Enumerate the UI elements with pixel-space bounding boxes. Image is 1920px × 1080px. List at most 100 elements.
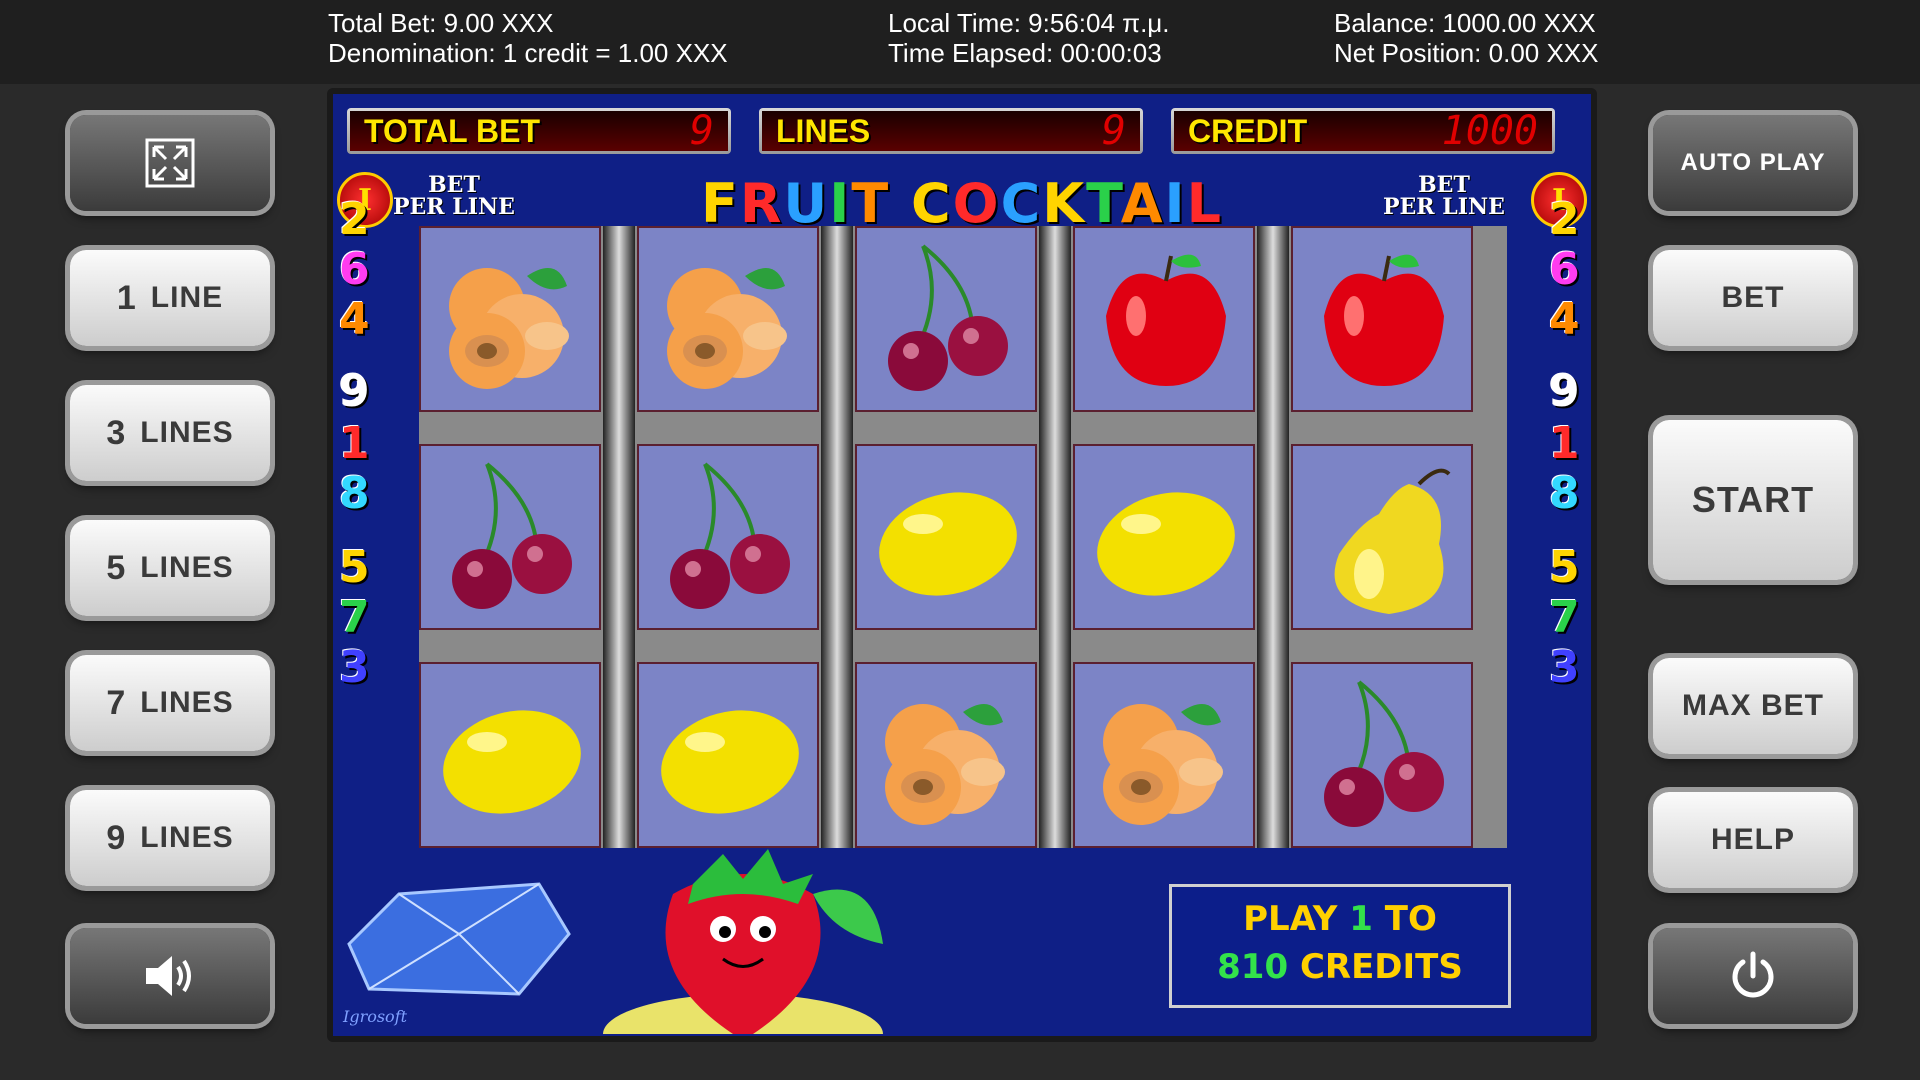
reel-cell (1073, 226, 1255, 412)
fullscreen-icon (145, 138, 195, 188)
button-label: LINES (140, 416, 234, 449)
strawberry-mascot (603, 849, 883, 1034)
denomination-text: Denomination: 1 credit = 1.00 XXX (328, 38, 728, 68)
line-number: 9 (1549, 366, 1580, 417)
button-number: 9 (106, 818, 127, 857)
sound-button[interactable] (70, 928, 270, 1024)
net-position-text: Net Position: 0.00 XXX (1334, 38, 1599, 68)
cherry-symbol (863, 236, 1033, 410)
seven-lines-button[interactable]: 7 LINES (70, 655, 270, 751)
button-label: LINES (140, 551, 234, 584)
lemon-symbol (645, 672, 815, 846)
total-bet-value: 9 (689, 108, 714, 154)
reels-area (419, 226, 1507, 848)
line-number: 7 (339, 592, 370, 643)
five-lines-button[interactable]: 5 LINES (70, 520, 270, 616)
apple-symbol (1081, 236, 1251, 410)
reel-cell (419, 226, 601, 412)
play-max: 810 (1217, 947, 1289, 987)
play-text: PLAY (1243, 899, 1350, 939)
auto-play-button[interactable]: AUTO PLAY (1653, 115, 1853, 211)
reel-cell (419, 444, 601, 630)
reel-cell (1073, 444, 1255, 630)
line-number: 1 (1549, 418, 1580, 469)
line-number: 6 (339, 244, 370, 295)
reel-cell (1291, 226, 1473, 412)
button-number: 7 (106, 683, 127, 722)
cherry-symbol (427, 454, 597, 628)
pear-symbol (1299, 454, 1469, 628)
reel-cell (855, 444, 1037, 630)
play-min: 1 (1349, 899, 1373, 939)
line-number: 8 (339, 468, 370, 519)
total-bet-label: TOTAL BET (364, 112, 540, 149)
line-number: 5 (339, 542, 370, 593)
apricot-symbol (427, 236, 597, 410)
speaker-icon (146, 956, 191, 996)
line-number: 2 (339, 194, 370, 245)
power-button[interactable] (1653, 928, 1853, 1024)
power-icon (1732, 951, 1774, 998)
apple-symbol (1299, 236, 1469, 410)
balance-text: Balance: 1000.00 XXX (1334, 8, 1596, 38)
one-line-button[interactable]: 1 LINE (70, 250, 270, 346)
reel-divider (1257, 226, 1289, 848)
total-bet-meter: TOTAL BET 9 (347, 108, 731, 154)
reel-cell (1073, 662, 1255, 848)
reel-divider (1039, 226, 1071, 848)
lines-label: LINES (776, 112, 871, 149)
line-number: 3 (1549, 642, 1580, 693)
status-bar: Total Bet: 9.00 XXX Denomination: 1 cred… (0, 0, 1920, 84)
cherry-symbol (1299, 672, 1469, 846)
reel-cell (637, 444, 819, 630)
start-button[interactable]: START (1653, 420, 1853, 580)
lines-meter: LINES 9 (759, 108, 1143, 154)
line-number: 2 (1549, 194, 1580, 245)
fullscreen-button[interactable] (70, 115, 270, 211)
button-label: LINES (140, 821, 234, 854)
play-credits-box: PLAY 1 TO 810 CREDITS (1169, 884, 1511, 1008)
play-credits: CREDITS (1288, 947, 1463, 987)
button-number: 3 (106, 413, 127, 452)
help-button[interactable]: HELP (1653, 792, 1853, 888)
reel-cell (1291, 444, 1473, 630)
line-number: 7 (1549, 592, 1580, 643)
lemon-symbol (863, 454, 1033, 628)
apricot-symbol (863, 672, 1033, 846)
lines-value: 9 (1101, 108, 1126, 154)
cherry-symbol (645, 454, 815, 628)
play-line-1: PLAY 1 TO (1172, 899, 1508, 939)
reel-cell (637, 226, 819, 412)
apricot-symbol (1081, 672, 1251, 846)
nine-lines-button[interactable]: 9 LINES (70, 790, 270, 886)
line-number: 3 (339, 642, 370, 693)
line-number: 5 (1549, 542, 1580, 593)
max-bet-button[interactable]: MAX BET (1653, 658, 1853, 754)
credit-label: CREDIT (1188, 112, 1308, 149)
button-label: LINES (140, 686, 234, 719)
line-number: 4 (1549, 294, 1580, 345)
credit-meter: CREDIT 1000 (1171, 108, 1555, 154)
reel-cell (1291, 662, 1473, 848)
local-time-text: Local Time: 9:56:04 π.μ. (888, 8, 1170, 38)
play-to: TO (1372, 899, 1437, 939)
lemon-symbol (1081, 454, 1251, 628)
reel-cell (855, 226, 1037, 412)
three-lines-button[interactable]: 3 LINES (70, 385, 270, 481)
play-line-2: 810 CREDITS (1172, 947, 1508, 987)
line-number: 4 (339, 294, 370, 345)
button-number: 5 (106, 548, 127, 587)
bet-button[interactable]: BET (1653, 250, 1853, 346)
line-number: 9 (339, 366, 370, 417)
line-number: 6 (1549, 244, 1580, 295)
reel-cell (855, 662, 1037, 848)
ice-cube-image (347, 882, 571, 996)
igrosoft-logo: Igrosoft (343, 1007, 408, 1026)
lemon-symbol (427, 672, 597, 846)
line-number: 8 (1549, 468, 1580, 519)
slot-game-screen: TOTAL BET 9 LINES 9 CREDIT 1000 I BET PE… (327, 88, 1597, 1042)
apricot-symbol (645, 236, 815, 410)
total-bet-text: Total Bet: 9.00 XXX (328, 8, 554, 38)
credit-value: 1000 (1441, 108, 1538, 154)
line-number: 1 (339, 418, 370, 469)
